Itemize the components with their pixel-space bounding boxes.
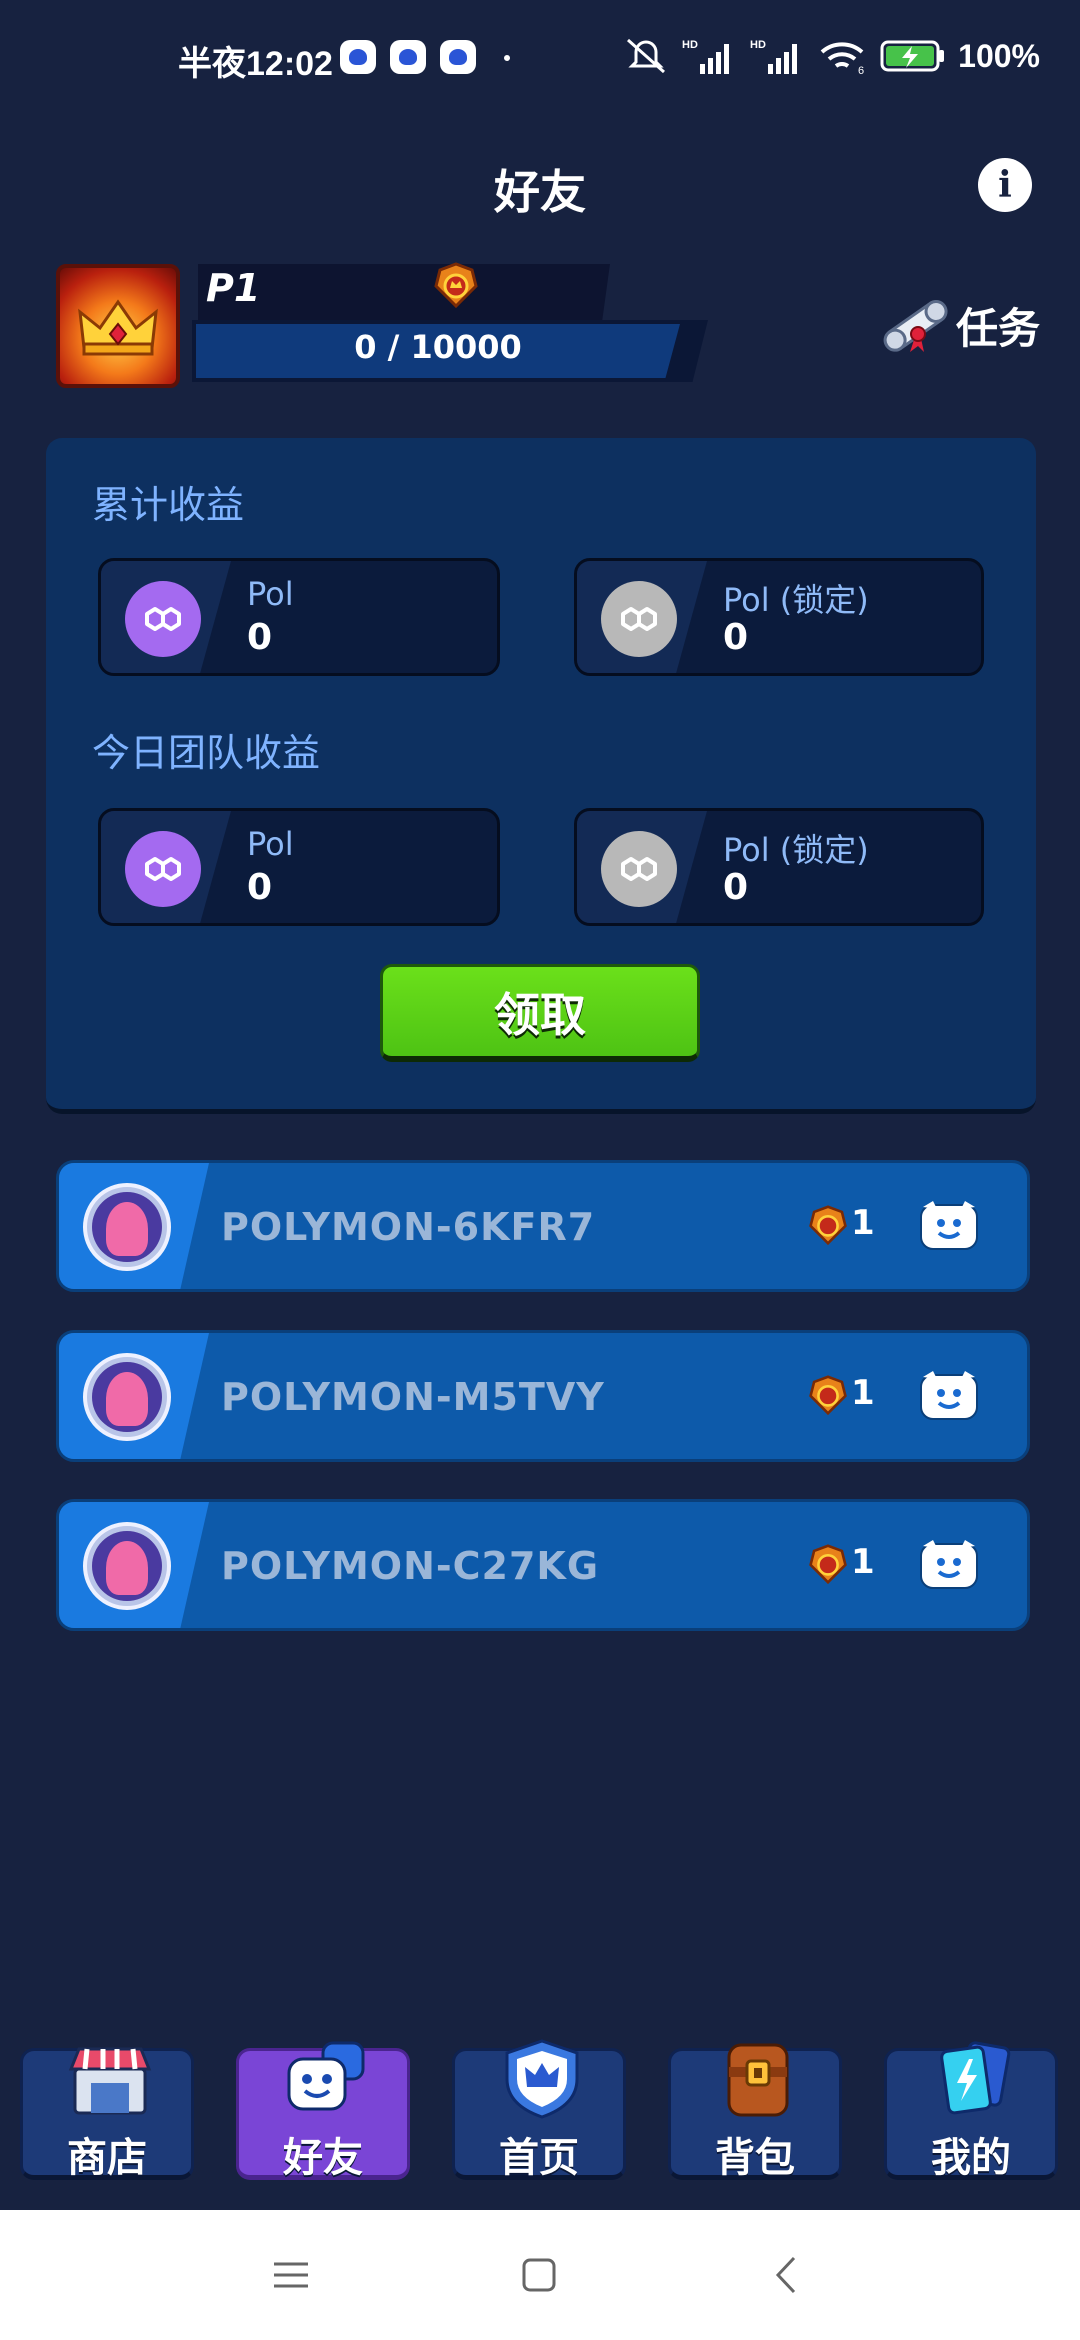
status-bar: 半夜12:02 HD HD 6 100%	[0, 0, 1080, 120]
player-avatar[interactable]	[56, 264, 180, 388]
coin-name: Pol (锁定)	[723, 831, 869, 869]
svg-text:HD: HD	[750, 39, 766, 51]
svg-text:HD: HD	[682, 39, 698, 51]
nav-label: 好友	[283, 2135, 363, 2181]
baidu-paw-icon	[440, 40, 476, 74]
home-icon[interactable]	[514, 2250, 564, 2300]
cards-icon	[940, 2041, 1011, 2115]
coin-name: Pol	[247, 825, 294, 863]
friend-avatar	[83, 1353, 171, 1441]
pol-today-card: Pol 0	[98, 808, 500, 926]
friend-chat-icon[interactable]	[919, 1199, 979, 1253]
nav-label: 首页	[499, 2135, 579, 2181]
player-name: P1	[206, 266, 261, 310]
friend-avatar	[83, 1522, 171, 1610]
friend-name: POLYMON-6KFR7	[221, 1205, 596, 1249]
rank-badge-icon	[809, 1544, 847, 1584]
coin-value: 0	[247, 617, 273, 658]
coin-name: Pol (锁定)	[723, 581, 869, 619]
hd-signal-icon: HD	[682, 39, 730, 74]
monster-icon	[106, 1372, 148, 1426]
friend-avatar	[83, 1183, 171, 1271]
coin-value: 0	[247, 867, 273, 908]
battery-charging-icon	[880, 40, 945, 72]
friend-level: 1	[851, 1203, 875, 1243]
friend-name: POLYMON-M5TVY	[221, 1375, 605, 1419]
polygon-coin-locked-icon	[601, 581, 677, 657]
svg-text:6: 6	[858, 65, 864, 76]
status-time: 半夜12:02	[178, 45, 333, 83]
friend-row[interactable]: POLYMON-6KFR7 1	[56, 1160, 1030, 1292]
friend-chat-icon[interactable]	[919, 1369, 979, 1423]
nav-label: 商店	[67, 2135, 147, 2181]
monster-icon	[106, 1541, 148, 1595]
page-title: 好友	[494, 165, 586, 219]
total-earnings-label: 累计收益	[92, 483, 245, 527]
task-button[interactable]: 任务	[880, 290, 1040, 360]
today-team-earnings-label: 今日团队收益	[92, 731, 321, 775]
scroll-icon	[883, 299, 948, 352]
friends-icon	[287, 2041, 365, 2111]
nav-item-home[interactable]: 首页	[452, 2039, 626, 2181]
shop-icon	[68, 2047, 152, 2115]
pol-total-card: Pol 0	[98, 558, 500, 676]
mute-icon	[627, 38, 666, 74]
rank-badge-icon	[434, 262, 478, 308]
polygon-coin-locked-icon	[601, 831, 677, 907]
menu-icon[interactable]	[266, 2250, 316, 2300]
friend-chat-icon[interactable]	[919, 1538, 979, 1592]
wifi-icon: 6	[820, 42, 864, 76]
back-icon[interactable]	[764, 2250, 814, 2300]
info-icon: i	[998, 164, 1012, 206]
coin-value: 0	[723, 867, 749, 908]
polygon-coin-icon	[125, 581, 201, 657]
claim-button[interactable]: 领取	[380, 964, 700, 1062]
backpack-icon	[727, 2043, 789, 2117]
status-indicators: HD HD 6 100%	[624, 36, 1040, 76]
crown-icon	[78, 299, 158, 356]
pol-locked-today-card: Pol (锁定) 0	[574, 808, 984, 926]
baidu-paw-icon	[390, 40, 426, 74]
baidu-paw-icon	[340, 40, 376, 74]
xp-text: 0 / 10000	[354, 328, 522, 366]
rank-badge-icon	[809, 1205, 847, 1245]
info-button[interactable]: i	[978, 158, 1032, 212]
nav-label: 背包	[715, 2135, 795, 2181]
friend-name: POLYMON-C27KG	[221, 1544, 600, 1588]
polygon-coin-icon	[125, 831, 201, 907]
nav-label: 我的	[931, 2135, 1011, 2181]
home-shield-icon	[505, 2039, 579, 2119]
notification-dot	[504, 55, 510, 61]
friend-level: 1	[851, 1542, 875, 1582]
coin-value: 0	[723, 617, 749, 658]
hd-signal-icon: HD	[750, 39, 798, 74]
system-navigation-bar	[0, 2210, 1080, 2340]
nav-item-backpack[interactable]: 背包	[668, 2043, 842, 2181]
nav-item-shop[interactable]: 商店	[20, 2047, 194, 2181]
friend-row[interactable]: POLYMON-C27KG 1	[56, 1499, 1030, 1631]
friend-level: 1	[851, 1373, 875, 1413]
rank-badge-icon	[809, 1375, 847, 1415]
monster-icon	[106, 1202, 148, 1256]
nav-item-friends[interactable]: 好友	[236, 2041, 410, 2181]
pol-locked-total-card: Pol (锁定) 0	[574, 558, 984, 676]
coin-name: Pol	[247, 575, 294, 613]
friend-row[interactable]: POLYMON-M5TVY 1	[56, 1330, 1030, 1462]
task-label: 任务	[956, 303, 1041, 353]
nav-item-profile[interactable]: 我的	[884, 2041, 1058, 2181]
battery-percent: 100%	[958, 37, 1040, 74]
